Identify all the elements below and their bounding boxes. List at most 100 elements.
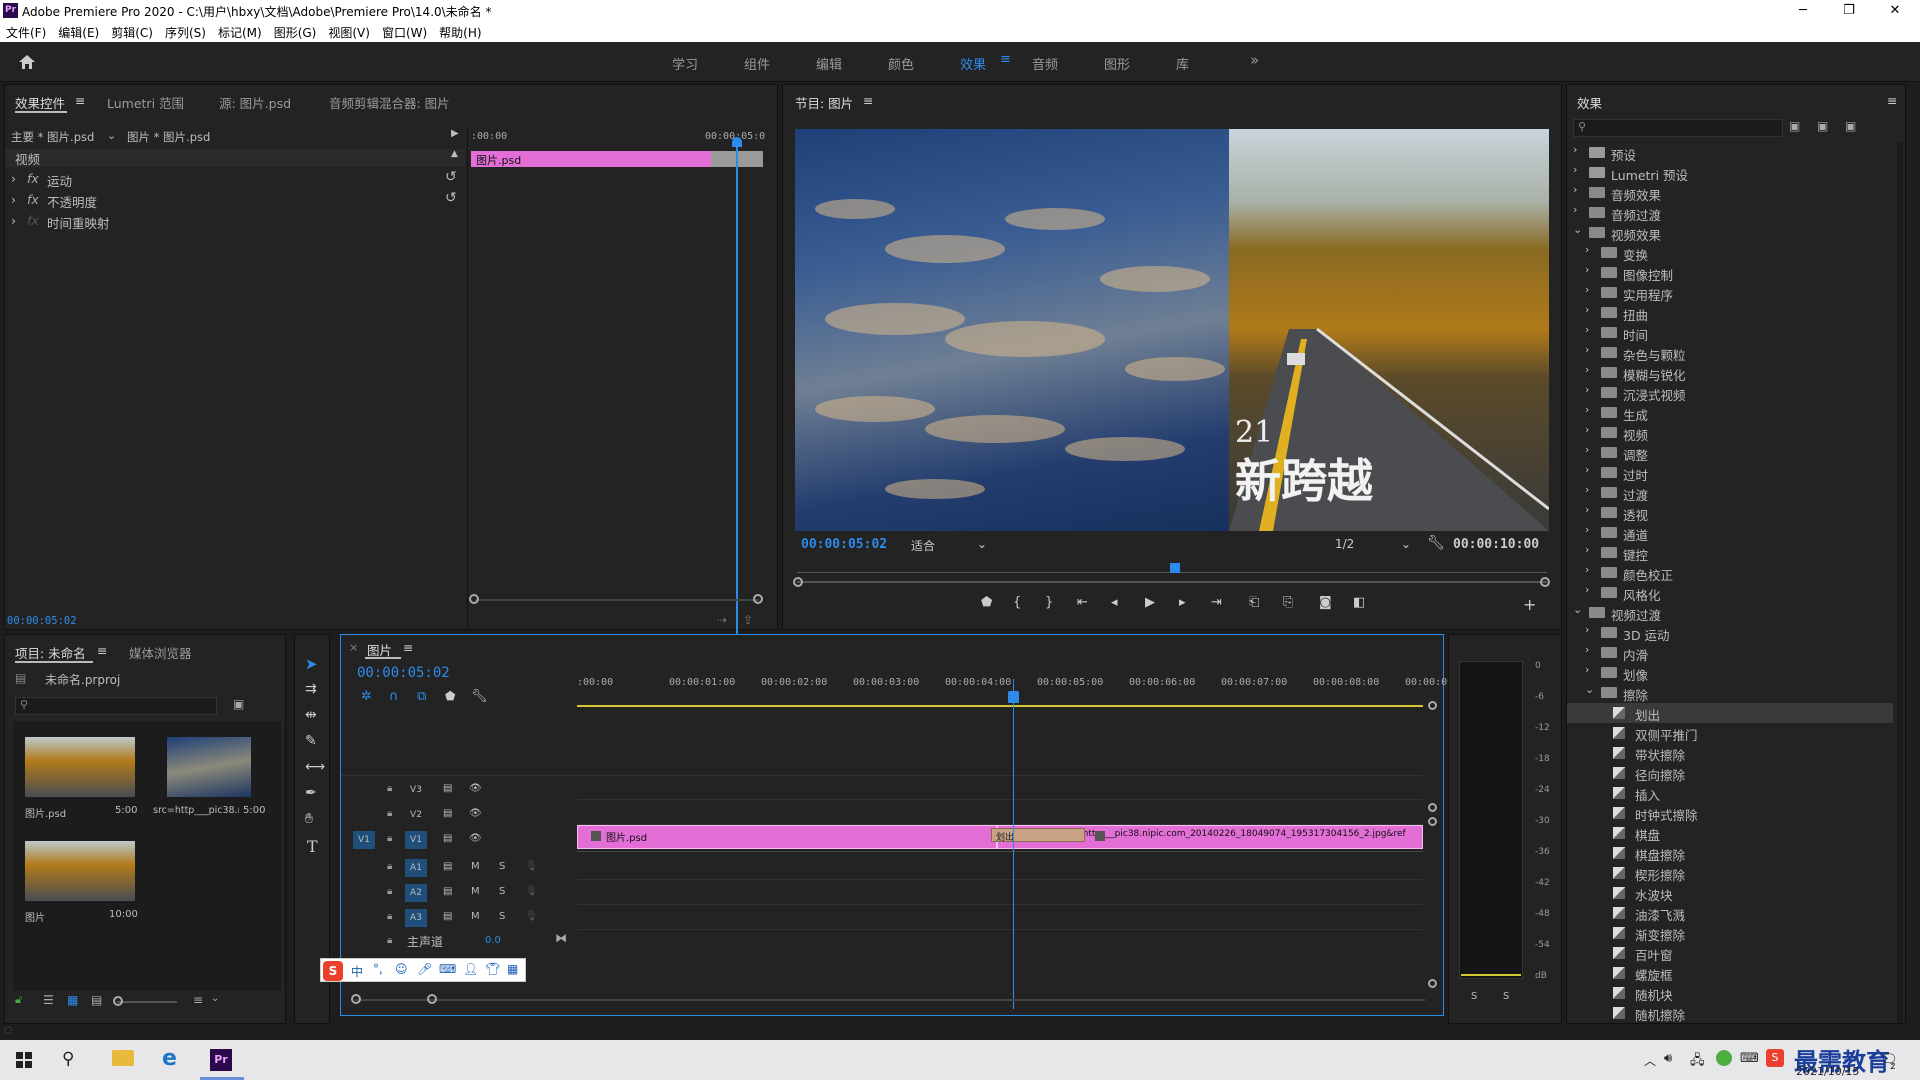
slider-handle[interactable] [113, 996, 123, 1006]
track-label-v1[interactable]: V1 [405, 831, 427, 849]
effects-tree-item[interactable]: › 键控 [1567, 543, 1893, 563]
effects-tree-item[interactable]: › 过时 [1567, 463, 1893, 483]
collapse-icon[interactable]: ▲ [451, 149, 458, 169]
ripple-edit-tool-icon[interactable]: ⇹ [305, 707, 317, 723]
track-label-a2[interactable]: A2 [405, 884, 427, 902]
network-icon[interactable]: 🖧︎ [1690, 1051, 1705, 1073]
meter-solo-left[interactable]: S [1471, 991, 1477, 1002]
solo-button[interactable]: S [499, 861, 505, 872]
add-marker-icon[interactable]: ⬟ [981, 595, 992, 610]
play-triangle-icon[interactable]: ▶ [451, 128, 459, 148]
zoom-handle-left[interactable] [469, 594, 479, 604]
chevron-right-icon[interactable]: › [1585, 363, 1589, 376]
effect-time-remapping[interactable]: 时间重映射 [47, 213, 110, 233]
chevron-down-icon[interactable]: ⌄ [1573, 603, 1582, 616]
lock-icon[interactable]: 🔒︎ [387, 833, 392, 844]
effects-tree-item[interactable]: ⌄ 视频效果 [1567, 223, 1893, 243]
chevron-down-icon[interactable]: ⌄ [211, 993, 219, 1004]
program-timecode[interactable]: 00:00:05:02 [801, 537, 887, 552]
zoom-handle-left[interactable] [793, 577, 803, 587]
zoom-handle-right[interactable] [427, 994, 437, 1004]
wrench-icon[interactable]: 🔧︎ [1427, 535, 1445, 551]
chevron-down-icon[interactable]: ⌄ [1585, 683, 1594, 696]
lock-icon[interactable]: 🔒︎ [387, 808, 392, 819]
work-area-bar[interactable] [577, 705, 1423, 707]
skip-icon[interactable]: ⧓ [555, 931, 567, 945]
tab-project[interactable]: 项目: 未命名 [15, 643, 86, 662]
sync-lock-icon[interactable]: ▤ [443, 783, 452, 794]
reset-icon[interactable]: ↺ [445, 190, 457, 210]
chevron-right-icon[interactable]: › [1573, 203, 1577, 216]
expand-arrow-icon[interactable]: › [11, 213, 16, 233]
workspace-color[interactable]: 颜色 [888, 54, 914, 73]
menu-graphics[interactable]: 图形(G) [268, 22, 323, 43]
slip-tool-icon[interactable]: ⟷ [305, 759, 325, 775]
track-label-v3[interactable]: V3 [405, 781, 427, 799]
camera-icon[interactable]: ◙ [1319, 595, 1332, 610]
effects-tree-item[interactable]: 随机擦除 [1567, 1003, 1893, 1023]
export-icon[interactable]: ⇪ [743, 613, 753, 627]
premiere-taskbar-icon[interactable]: Pr [210, 1049, 232, 1071]
chevron-right-icon[interactable]: › [1585, 383, 1589, 396]
timeline-playhead[interactable] [1013, 679, 1014, 1009]
effects-tree-item[interactable]: › 实用程序 [1567, 283, 1893, 303]
scroll-handle[interactable] [1428, 817, 1437, 826]
chevron-right-icon[interactable]: › [1585, 443, 1589, 456]
effects-tree-item[interactable]: › 视频 [1567, 423, 1893, 443]
snap-icon[interactable]: ∩ [389, 689, 399, 704]
meter-solo-right[interactable]: S [1503, 991, 1509, 1002]
project-search-input[interactable]: ⚲ [15, 697, 217, 715]
list-view-icon[interactable]: ☰ [43, 993, 54, 1007]
lock-icon[interactable]: 🔓︎ [15, 993, 22, 1007]
menu-file[interactable]: 文件(F) [0, 22, 52, 43]
voice-icon[interactable]: 🎤︎ [417, 962, 432, 976]
effects-tree-item[interactable]: › 颜色校正 [1567, 563, 1893, 583]
effects-tree-item[interactable]: › 音频过渡 [1567, 203, 1893, 223]
effects-tree-item[interactable]: › 沉浸式视频 [1567, 383, 1893, 403]
sync-lock-icon[interactable]: ▤ [443, 808, 452, 819]
tab-menu-icon[interactable]: ≡ [403, 640, 413, 655]
keyboard-icon[interactable]: ⌨ [439, 962, 456, 976]
chevron-right-icon[interactable]: › [1585, 243, 1589, 256]
play-icon[interactable]: ▶ [1145, 595, 1155, 610]
mic-icon[interactable]: 🎙︎ [525, 861, 538, 872]
step-forward-icon[interactable]: ▸ [1179, 595, 1186, 610]
chevron-down-icon[interactable]: ⌄ [1573, 223, 1582, 236]
clock-date[interactable]: 2021/10/15 [1796, 1065, 1859, 1078]
effects-tree-item[interactable]: › 风格化 [1567, 583, 1893, 603]
expand-arrow-icon[interactable]: › [11, 171, 16, 191]
chevron-right-icon[interactable]: › [1585, 263, 1589, 276]
effects-search-input[interactable]: ⚲ [1573, 119, 1783, 137]
selection-tool-icon[interactable]: ➤ [305, 655, 318, 673]
effects-tree-item[interactable]: › 通道 [1567, 523, 1893, 543]
effects-tree-item[interactable]: 楔形擦除 [1567, 863, 1893, 883]
effects-tree-item[interactable]: › 变换 [1567, 243, 1893, 263]
effects-tree-item[interactable]: 百叶窗 [1567, 943, 1893, 963]
quality-dropdown[interactable]: 1/2 ⌄ [1335, 537, 1415, 553]
tab-source[interactable]: 源: 图片.psd [219, 93, 291, 112]
timeline-h-scroll[interactable] [355, 999, 1425, 1001]
effects-tree-item[interactable]: 插入 [1567, 783, 1893, 803]
mute-button[interactable]: M [471, 861, 480, 872]
chevron-right-icon[interactable]: › [1585, 523, 1589, 536]
menu-clip[interactable]: 剪辑(C) [105, 22, 159, 43]
chevron-down-icon[interactable]: ⌄ [107, 129, 116, 149]
effects-tree-item[interactable]: 时钟式擦除 [1567, 803, 1893, 823]
tab-menu-icon[interactable]: ≡ [97, 643, 107, 658]
v1-clip-psd[interactable]: 图片.psd [577, 825, 997, 849]
expand-arrow-icon[interactable]: › [11, 192, 16, 212]
mark-in-icon[interactable]: { [1013, 595, 1021, 610]
effects-tree-item[interactable]: › 音频效果 [1567, 183, 1893, 203]
close-tab-icon[interactable]: × [349, 641, 358, 654]
program-zoom-bar[interactable] [797, 581, 1547, 583]
chevron-right-icon[interactable]: › [1585, 503, 1589, 516]
track-label-a3[interactable]: A3 [405, 909, 427, 927]
mic-icon[interactable]: 🎙︎ [525, 911, 538, 922]
thumb-jpg[interactable] [167, 737, 251, 797]
chevron-right-icon[interactable]: › [1585, 543, 1589, 556]
effects-tree-item[interactable]: › 透视 [1567, 503, 1893, 523]
add-button-icon[interactable]: + [1523, 595, 1536, 614]
effects-tree-item[interactable]: › 划像 [1567, 663, 1893, 683]
program-title[interactable]: 节目: 图片 [795, 93, 853, 112]
extract-icon[interactable]: ⎘ [1283, 595, 1293, 610]
